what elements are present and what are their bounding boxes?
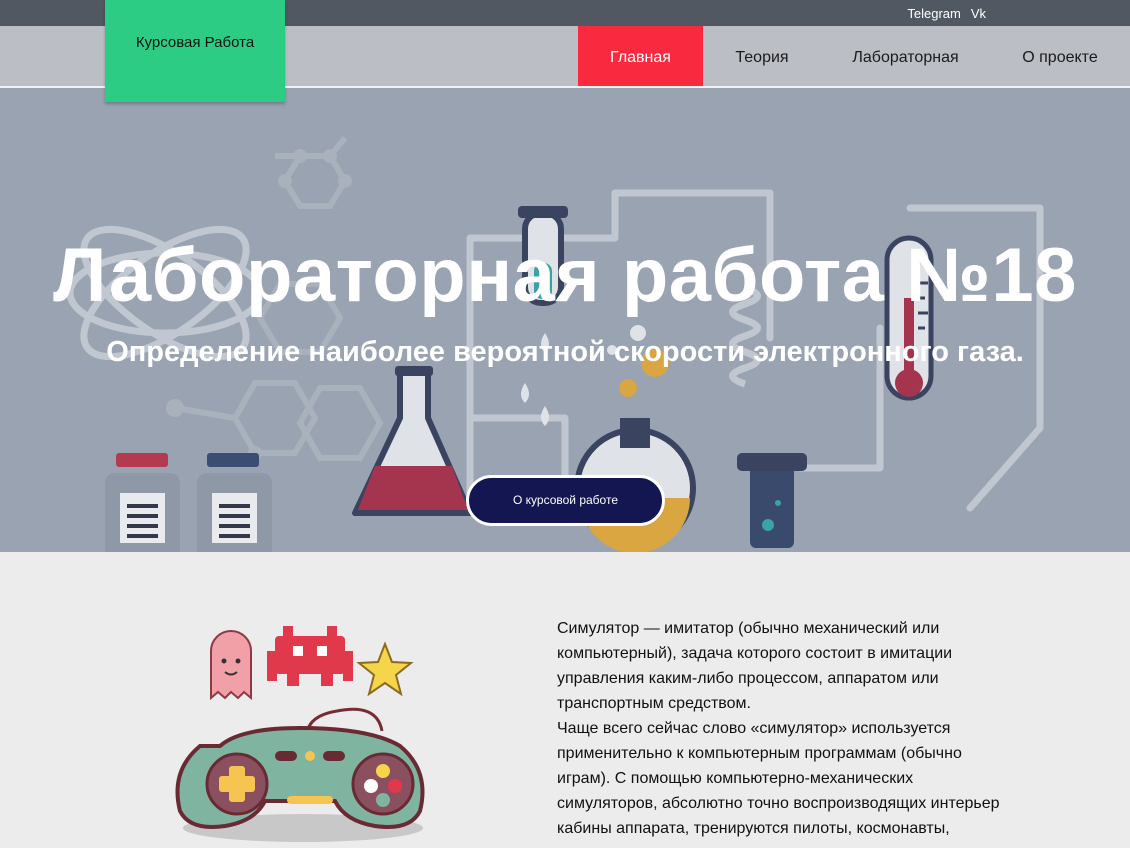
text-line: управления каким-либо процессом, аппарат… xyxy=(557,670,939,687)
nav-item-about[interactable]: О проекте xyxy=(990,26,1130,86)
text-line: Чаще всего сейчас слово «симулятор» испо… xyxy=(557,720,951,737)
social-links: Telegram Vk xyxy=(907,6,986,21)
brand-logo[interactable]: Курсовая Работа xyxy=(105,0,285,102)
main-nav: Главная Теория Лабораторная О проекте xyxy=(578,26,1130,86)
text-line: компьютерный), задача которого состоит в… xyxy=(557,645,953,662)
text-line: симуляторов, абсолютно точно воспроизвод… xyxy=(557,795,1000,812)
vk-link[interactable]: Vk xyxy=(971,6,986,21)
nav-item-lab[interactable]: Лабораторная xyxy=(821,26,990,86)
hero-title: Лабораторная работа №18 xyxy=(53,233,1077,318)
brand-title: Курсовая Работа xyxy=(135,34,255,51)
content-section: Симулятор — имитатор (обычно механически… xyxy=(0,552,1130,848)
nav-item-home[interactable]: Главная xyxy=(578,26,703,86)
hero-subtitle: Определение наиболее вероятной скорости … xyxy=(106,336,1024,368)
telegram-link[interactable]: Telegram xyxy=(907,6,960,21)
gamepad-illustration xyxy=(175,626,425,842)
text-line: применительно к компьютерным программам … xyxy=(557,745,962,762)
description-text: Симулятор — имитатор (обычно механически… xyxy=(557,616,1007,841)
text-line: Симулятор — имитатор (обычно механически… xyxy=(557,620,940,637)
about-course-button[interactable]: О курсовой работе xyxy=(466,475,665,526)
text-line: играм). С помощью компьютерно-механическ… xyxy=(557,770,914,787)
nav-item-theory[interactable]: Теория xyxy=(703,26,821,86)
text-line: кабины аппарата, тренируются пилоты, кос… xyxy=(557,820,950,837)
text-line: транспортным средством. xyxy=(557,695,751,712)
